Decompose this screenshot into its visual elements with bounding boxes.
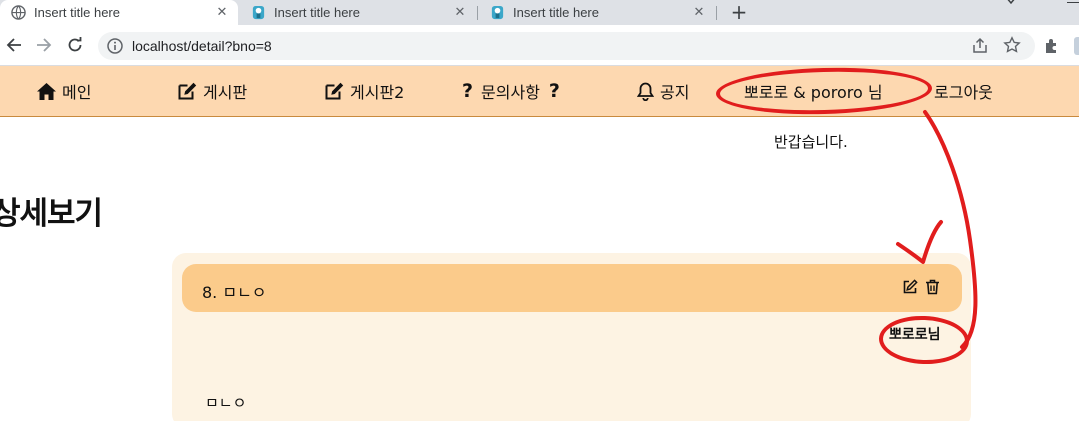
nav-item-label: 게시판2 — [350, 83, 405, 102]
nav-item-label: 문의사항 — [481, 83, 540, 102]
close-tab-icon[interactable]: ✕ — [214, 5, 230, 21]
browser-tab-title: Insert title here — [274, 5, 360, 20]
nav-item-label: 메인 — [62, 83, 92, 102]
nav-item-board[interactable]: 게시판 — [178, 66, 247, 116]
bell-icon — [637, 82, 654, 101]
nav-item-label: 공지 — [660, 83, 690, 102]
browser-tab-2[interactable]: Insert title here ✕ — [240, 0, 476, 25]
post-title: 8. ㅁㄴㅇ — [202, 283, 267, 302]
delete-post-icon[interactable] — [925, 279, 941, 295]
favicon-icon — [489, 5, 505, 21]
question-icon: ? — [462, 80, 474, 102]
browser-tab-strip: Insert title here ✕ Insert title here ✕ … — [0, 0, 1079, 25]
favicon-icon — [250, 5, 266, 21]
post-content: ㅁㄴㅇ — [205, 394, 247, 412]
globe-icon — [10, 5, 26, 21]
logout-link[interactable]: 로그아웃 — [934, 66, 993, 116]
bookmark-star-icon[interactable] — [1003, 36, 1021, 54]
new-tab-button[interactable]: + — [728, 0, 750, 24]
forward-arrow-icon[interactable] — [34, 35, 54, 55]
reload-icon[interactable] — [65, 35, 85, 55]
browser-tab-title: Insert title here — [513, 5, 599, 20]
page-title: 상세보기 — [0, 196, 103, 232]
share-icon[interactable] — [971, 37, 989, 55]
edit-post-icon[interactable] — [902, 279, 918, 295]
address-bar[interactable]: localhost/detail?bno=8 — [98, 32, 1035, 60]
extensions-puzzle-icon[interactable] — [1043, 37, 1061, 55]
nav-item-main[interactable]: 메인 — [37, 66, 91, 116]
nav-item-label: 게시판 — [203, 83, 248, 102]
edit-icon — [178, 82, 197, 100]
post-actions — [902, 279, 941, 295]
edit-icon — [325, 82, 344, 100]
tab-separator — [716, 6, 717, 20]
question-icon: ? — [548, 80, 560, 102]
minimize-icon[interactable] — [1067, 0, 1079, 3]
info-icon[interactable] — [106, 37, 124, 55]
logout-label: 로그아웃 — [934, 83, 993, 102]
url-text[interactable]: localhost/detail?bno=8 — [132, 38, 272, 54]
chevron-down-icon[interactable] — [1004, 0, 1018, 6]
tab-separator — [477, 6, 478, 20]
close-tab-icon[interactable]: ✕ — [452, 5, 468, 21]
post-header: 8. ㅁㄴㅇ — [182, 264, 962, 312]
browser-toolbar: localhost/detail?bno=8 — [0, 25, 1079, 66]
browser-tab-title: Insert title here — [34, 5, 120, 20]
close-tab-icon[interactable]: ✕ — [691, 5, 707, 21]
nav-item-inquiry[interactable]: ? 문의사항 ? — [462, 66, 560, 116]
back-arrow-icon[interactable] — [4, 35, 24, 55]
browser-tab-1[interactable]: Insert title here ✕ — [0, 0, 238, 25]
home-icon — [37, 82, 56, 100]
profile-avatar[interactable] — [1074, 37, 1079, 55]
nav-item-notice[interactable]: 공지 — [637, 66, 689, 116]
browser-tab-3[interactable]: Insert title here ✕ — [479, 0, 715, 25]
welcome-text: 반갑습니다. — [774, 133, 848, 151]
nav-item-board2[interactable]: 게시판2 — [325, 66, 404, 116]
